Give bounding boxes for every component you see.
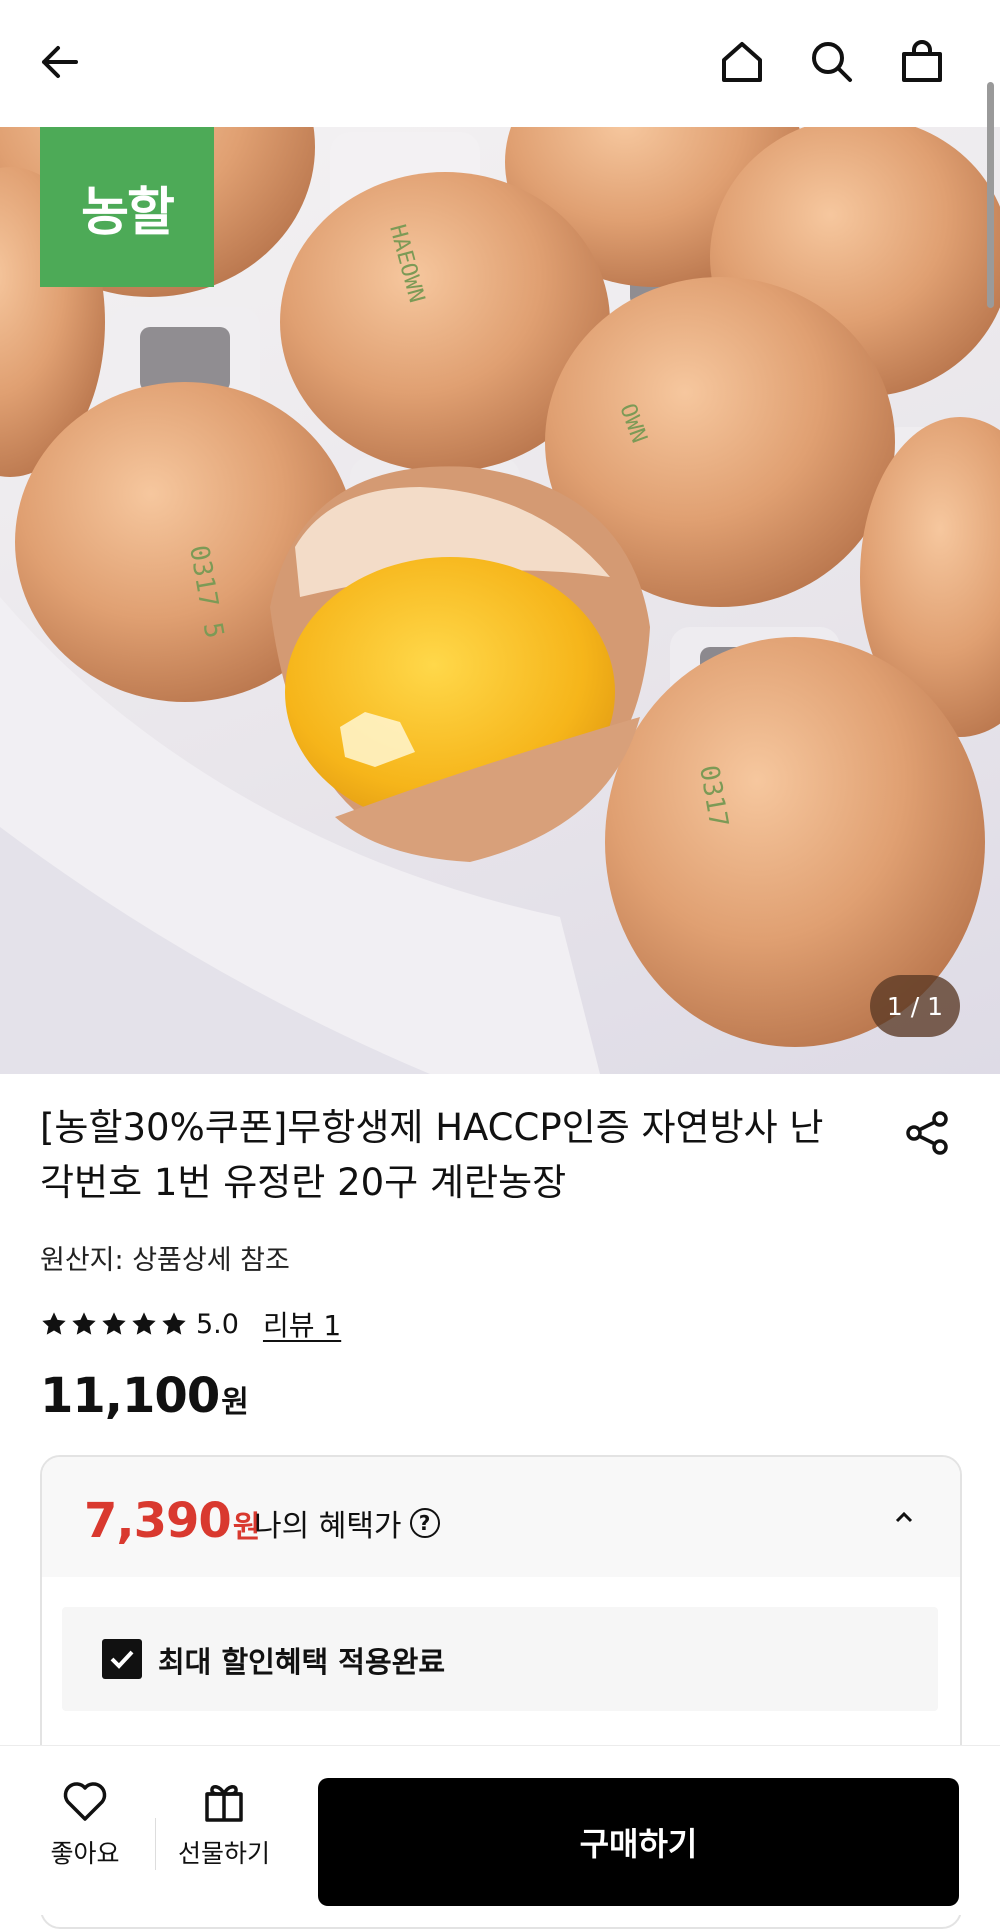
- discount-applied-row: 최대 할인혜택 적용완료: [62, 1607, 938, 1711]
- share-button[interactable]: [902, 1108, 952, 1158]
- rating-row: 5.0 리뷰 1: [40, 1304, 341, 1344]
- star-icon: [160, 1310, 188, 1338]
- original-price: 11,100 원: [40, 1368, 249, 1424]
- benefit-toggle[interactable]: 7,390 원 나의 혜택가 ?: [42, 1457, 960, 1577]
- star-icon: [130, 1310, 158, 1338]
- rating-score: 5.0: [196, 1308, 239, 1340]
- brand-logo: 농할: [40, 127, 214, 287]
- bottom-action-bar: 좋아요 선물하기 구매하기: [0, 1745, 1000, 1915]
- chevron-up-icon[interactable]: [890, 1503, 918, 1531]
- buy-button[interactable]: 구매하기: [318, 1778, 959, 1906]
- image-counter: 1 / 1: [870, 975, 960, 1037]
- search-button[interactable]: [800, 30, 864, 94]
- discount-applied-text: 최대 할인혜택 적용완료: [158, 1645, 445, 1679]
- gift-icon: [205, 1785, 243, 1822]
- benefit-price-value: 7,390: [84, 1493, 232, 1549]
- search-icon: [812, 42, 852, 82]
- divider: [155, 1818, 156, 1870]
- checkbox-checked-icon[interactable]: [102, 1639, 142, 1679]
- benefit-label-row: 나의 혜택가 ?: [254, 1501, 440, 1545]
- review-link[interactable]: 리뷰 1: [263, 1304, 341, 1344]
- star-icon: [40, 1310, 68, 1338]
- product-image-carousel[interactable]: 0317 5 0317 OWN HAEOWN 농할 1 / 1: [0, 127, 1000, 1074]
- product-title: [농할30%쿠폰]무항생제 HACCP인증 자연방사 난각번호 1번 유정란 2…: [40, 1106, 824, 1204]
- arrow-left-icon: [42, 46, 78, 78]
- star-icon: [70, 1310, 98, 1338]
- cart-button[interactable]: [890, 30, 954, 94]
- shopping-bag-icon: [902, 40, 942, 82]
- share-icon: [906, 1111, 948, 1155]
- top-header: [0, 0, 1000, 127]
- origin-info: 원산지: 상품상세 참조: [40, 1245, 290, 1276]
- rating-stars: [40, 1310, 190, 1338]
- help-icon[interactable]: ?: [409, 1508, 440, 1538]
- like-button[interactable]: 좋아요: [25, 1776, 145, 1886]
- scrollbar[interactable]: [987, 82, 994, 308]
- price-currency: 원: [221, 1385, 249, 1420]
- home-icon: [722, 42, 762, 82]
- heart-icon: [63, 1782, 107, 1821]
- benefit-price: 7,390 원: [84, 1493, 260, 1549]
- back-button[interactable]: [28, 30, 92, 94]
- star-icon: [100, 1310, 128, 1338]
- like-label: 좋아요: [50, 1839, 120, 1868]
- gift-label: 선물하기: [177, 1839, 270, 1868]
- gift-button[interactable]: 선물하기: [164, 1776, 284, 1886]
- home-button[interactable]: [710, 30, 774, 94]
- price-value: 11,100: [40, 1368, 220, 1424]
- benefit-label: 나의 혜택가: [254, 1509, 402, 1544]
